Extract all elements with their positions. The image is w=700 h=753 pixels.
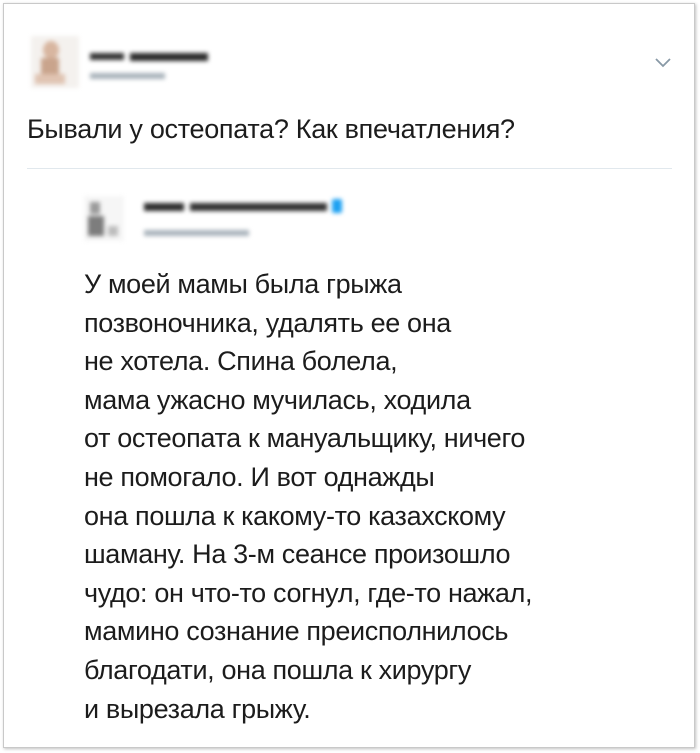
text-line: благодати, она пошла к хирургу bbox=[84, 654, 472, 685]
screenshot-frame: Бывали у остеопата? Как впечатления? У м… bbox=[3, 3, 695, 748]
text-line: шаману. На 3-м сеансе произошло bbox=[84, 539, 511, 570]
text-line: У моей мамы была грыжа bbox=[84, 269, 402, 299]
author-handle bbox=[90, 73, 165, 79]
quoted-author-avatar[interactable] bbox=[84, 196, 124, 241]
text-line: мамино сознание преисполнилось bbox=[84, 616, 509, 647]
author-name[interactable] bbox=[90, 52, 210, 62]
quoted-author-handle bbox=[144, 230, 249, 236]
text-line: не помогало. И вот однажды bbox=[84, 461, 435, 492]
text-line: позвоночника, удалять ее она bbox=[84, 307, 451, 338]
quoted-author-name[interactable] bbox=[144, 202, 329, 212]
text-line: от остеопата к мануальщику, ничего bbox=[84, 423, 526, 454]
verified-badge-icon bbox=[332, 199, 342, 213]
quoted-tweet-text: У моей мамы была грыжа позвоночника, уда… bbox=[84, 265, 664, 728]
author-avatar[interactable] bbox=[31, 36, 79, 88]
tweet-text: Бывали у остеопата? Как впечатления? bbox=[27, 114, 515, 144]
text-line: чудо: он что-то согнул, где-то нажал, bbox=[84, 577, 533, 608]
text-line: она пошла к какому-то казахскому bbox=[84, 500, 506, 531]
text-line: не хотела. Спина болела, bbox=[84, 346, 398, 377]
text-line: и вырезала грыжу. bbox=[84, 693, 311, 724]
divider bbox=[27, 168, 672, 169]
chevron-down-icon[interactable] bbox=[654, 56, 672, 70]
text-line: мама ужасно мучилась, ходила bbox=[84, 384, 471, 415]
